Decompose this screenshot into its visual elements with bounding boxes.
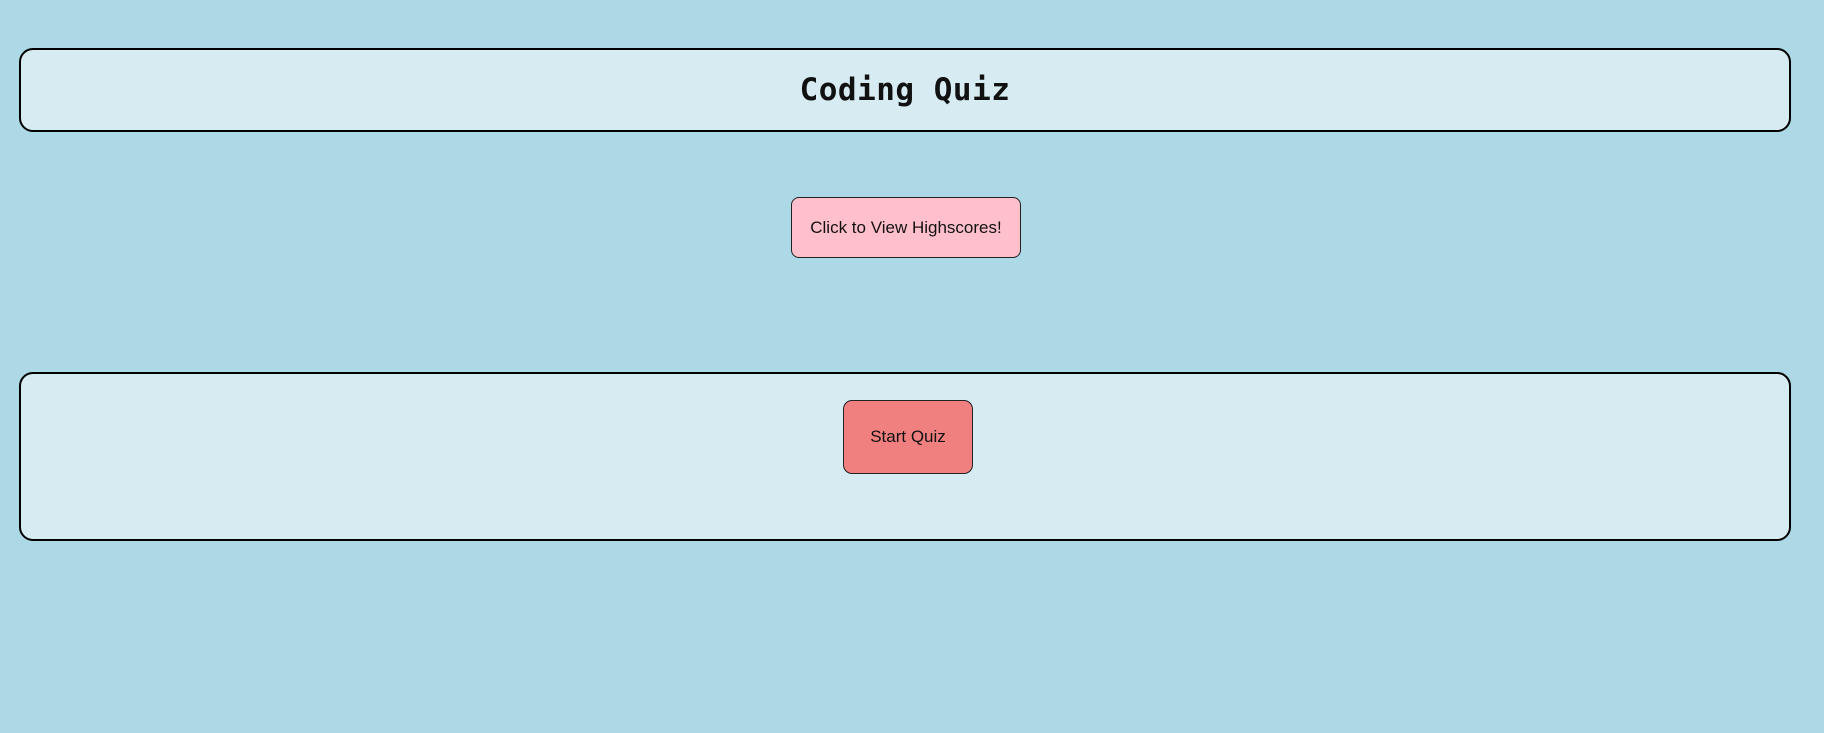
quiz-panel: Start Quiz: [19, 372, 1791, 541]
view-highscores-button[interactable]: Click to View Highscores!: [791, 197, 1021, 258]
header-panel: Coding Quiz: [19, 48, 1791, 132]
page-title: Coding Quiz: [799, 72, 1011, 108]
start-quiz-button[interactable]: Start Quiz: [843, 400, 973, 474]
